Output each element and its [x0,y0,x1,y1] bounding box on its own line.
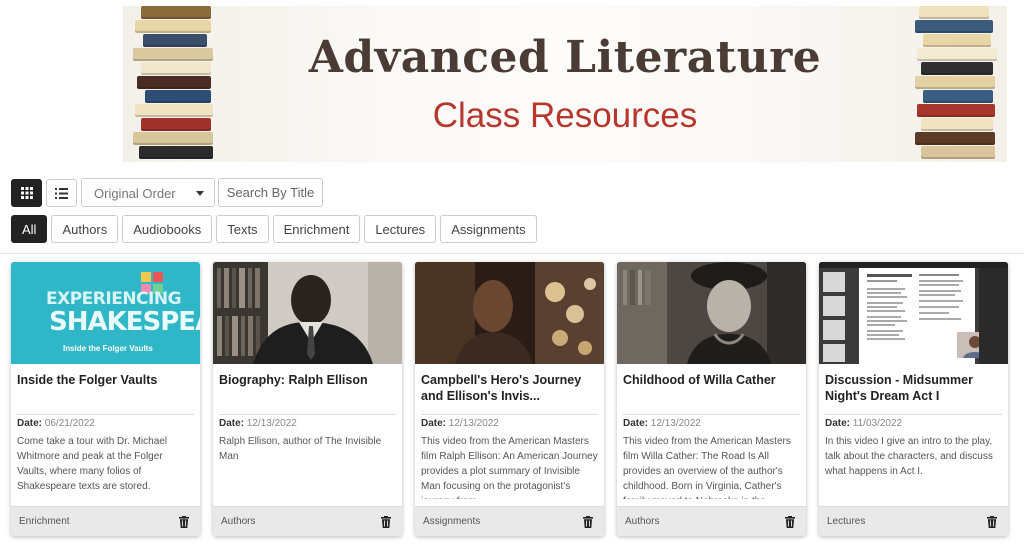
filter-texts-button[interactable]: Texts [216,215,269,243]
card-title[interactable]: Discussion - Midsummer Night's Dream Act… [819,364,1008,410]
portrait-image [213,262,402,364]
card-footer: Lectures [819,506,1008,536]
card-description: In this video I give an intro to the pla… [825,436,993,477]
film-still-image [415,262,604,364]
thumbnail-text: SHAKESPEARE [49,307,200,337]
trash-icon[interactable] [582,515,594,529]
chevron-down-icon [196,191,204,196]
header-banner: Advanced Literature Class Resources [123,6,1007,162]
card-title[interactable]: Inside the Folger Vaults [11,364,200,410]
card-footer: Authors [617,506,806,536]
trash-icon[interactable] [380,515,392,529]
grid-view-button[interactable] [11,179,42,207]
view-toolbar [11,178,77,208]
resource-card[interactable]: Discussion - Midsummer Night's Dream Act… [819,262,1008,536]
trash-icon[interactable] [986,515,998,529]
card-footer: Assignments [415,506,604,536]
video-thumbnail[interactable]: EXPERIENCING SHAKESPEARE Inside the Folg… [11,262,200,364]
card-category: Authors [625,516,660,527]
sort-order-value: Original Order [94,186,176,201]
sort-order-select[interactable]: Original Order [81,178,215,207]
banner-title: Advanced Literature [308,32,822,83]
filter-enrichment-button[interactable]: Enrichment [272,215,361,243]
filter-lectures-button[interactable]: Lectures [364,215,437,243]
list-icon [55,187,68,199]
filter-assignments-button[interactable]: Assignments [440,215,537,243]
resource-card[interactable]: Childhood of Willa Cather Date: 12/13/20… [617,262,806,536]
banner-subtitle: Class Resources [432,96,698,135]
card-title[interactable]: Childhood of Willa Cather [617,364,806,410]
resource-card-grid: EXPERIENCING SHAKESPEARE Inside the Folg… [11,262,1008,536]
video-thumbnail[interactable] [617,262,806,364]
card-date: Date: 06/21/2022 [17,418,95,429]
trash-icon[interactable] [178,515,190,529]
video-thumbnail[interactable] [819,262,1008,364]
card-footer: Enrichment [11,506,200,536]
card-date: Date: 12/13/2022 [421,418,499,429]
filter-audiobooks-button[interactable]: Audiobooks [122,215,213,243]
book-stack-left-image [131,6,219,162]
list-view-button[interactable] [46,179,77,207]
card-title[interactable]: Campbell's Hero's Journey and Ellison's … [415,364,604,410]
resource-card[interactable]: EXPERIENCING SHAKESPEARE Inside the Folg… [11,262,200,536]
card-category: Lectures [827,516,866,527]
grid-icon [20,187,33,199]
filter-authors-button[interactable]: Authors [51,215,119,243]
portrait-image [617,262,806,364]
card-title[interactable]: Biography: Ralph Ellison [213,364,402,410]
video-thumbnail[interactable] [415,262,604,364]
card-category: Assignments [423,516,481,527]
card-footer: Authors [213,506,402,536]
card-description: This video from the American Masters fil… [421,436,598,499]
category-filter-bar: All Authors Audiobooks Texts Enrichment … [11,215,537,243]
card-category: Enrichment [19,516,70,527]
card-category: Authors [221,516,256,527]
thumbnail-caption: Inside the Folger Vaults [63,344,153,353]
trash-icon[interactable] [784,515,796,529]
card-date: Date: 12/13/2022 [623,418,701,429]
card-date: Date: 12/13/2022 [219,418,297,429]
card-description: This video from the American Masters fil… [623,436,791,499]
section-divider [0,253,1024,254]
screen-recording-image [819,262,1008,364]
card-description: Come take a tour with Dr. Michael Whitmo… [17,436,168,492]
resource-card[interactable]: Biography: Ralph Ellison Date: 12/13/202… [213,262,402,536]
book-stack-right-image [915,6,1003,162]
video-thumbnail[interactable] [213,262,402,364]
card-description: Ralph Ellison, author of The Invisible M… [219,436,382,462]
card-date: Date: 11/03/2022 [825,418,903,429]
filter-all-button[interactable]: All [11,215,48,243]
resource-card[interactable]: Campbell's Hero's Journey and Ellison's … [415,262,604,536]
search-by-title-button[interactable]: Search By Title [218,178,323,207]
